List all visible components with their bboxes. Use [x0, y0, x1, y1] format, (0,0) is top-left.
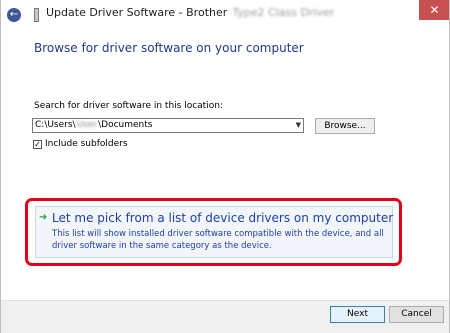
- title-bar: ← Update Driver Software - Brother Type2 …: [0, 0, 450, 26]
- back-arrow-icon[interactable]: ←: [7, 8, 21, 22]
- search-location-label: Search for driver software in this locat…: [34, 101, 223, 111]
- path-suffix: \Documents: [98, 120, 153, 130]
- drive-icon: [34, 8, 39, 22]
- chevron-down-icon[interactable]: ▼: [296, 119, 301, 132]
- next-button[interactable]: Next: [330, 306, 385, 323]
- path-prefix: C:\Users\: [35, 120, 76, 130]
- highlight-annotation: [25, 198, 402, 266]
- window-title-redacted: Type2 Class Driver: [232, 6, 335, 19]
- page-heading: Browse for driver software on your compu…: [34, 41, 304, 55]
- location-combobox[interactable]: C:\Users\User\Documents ▼: [32, 118, 304, 133]
- window-title: Update Driver Software - Brother Type2 Cl…: [46, 6, 334, 19]
- include-subfolders-label[interactable]: Include subfolders: [45, 139, 128, 149]
- window-title-text: Update Driver Software - Brother: [46, 6, 228, 19]
- browse-button[interactable]: Browse...: [315, 118, 375, 134]
- close-button[interactable]: ✕: [419, 0, 450, 20]
- path-redacted: User: [76, 120, 98, 130]
- cancel-button[interactable]: Cancel: [389, 306, 444, 323]
- include-subfolders-checkbox[interactable]: ✓: [33, 140, 42, 149]
